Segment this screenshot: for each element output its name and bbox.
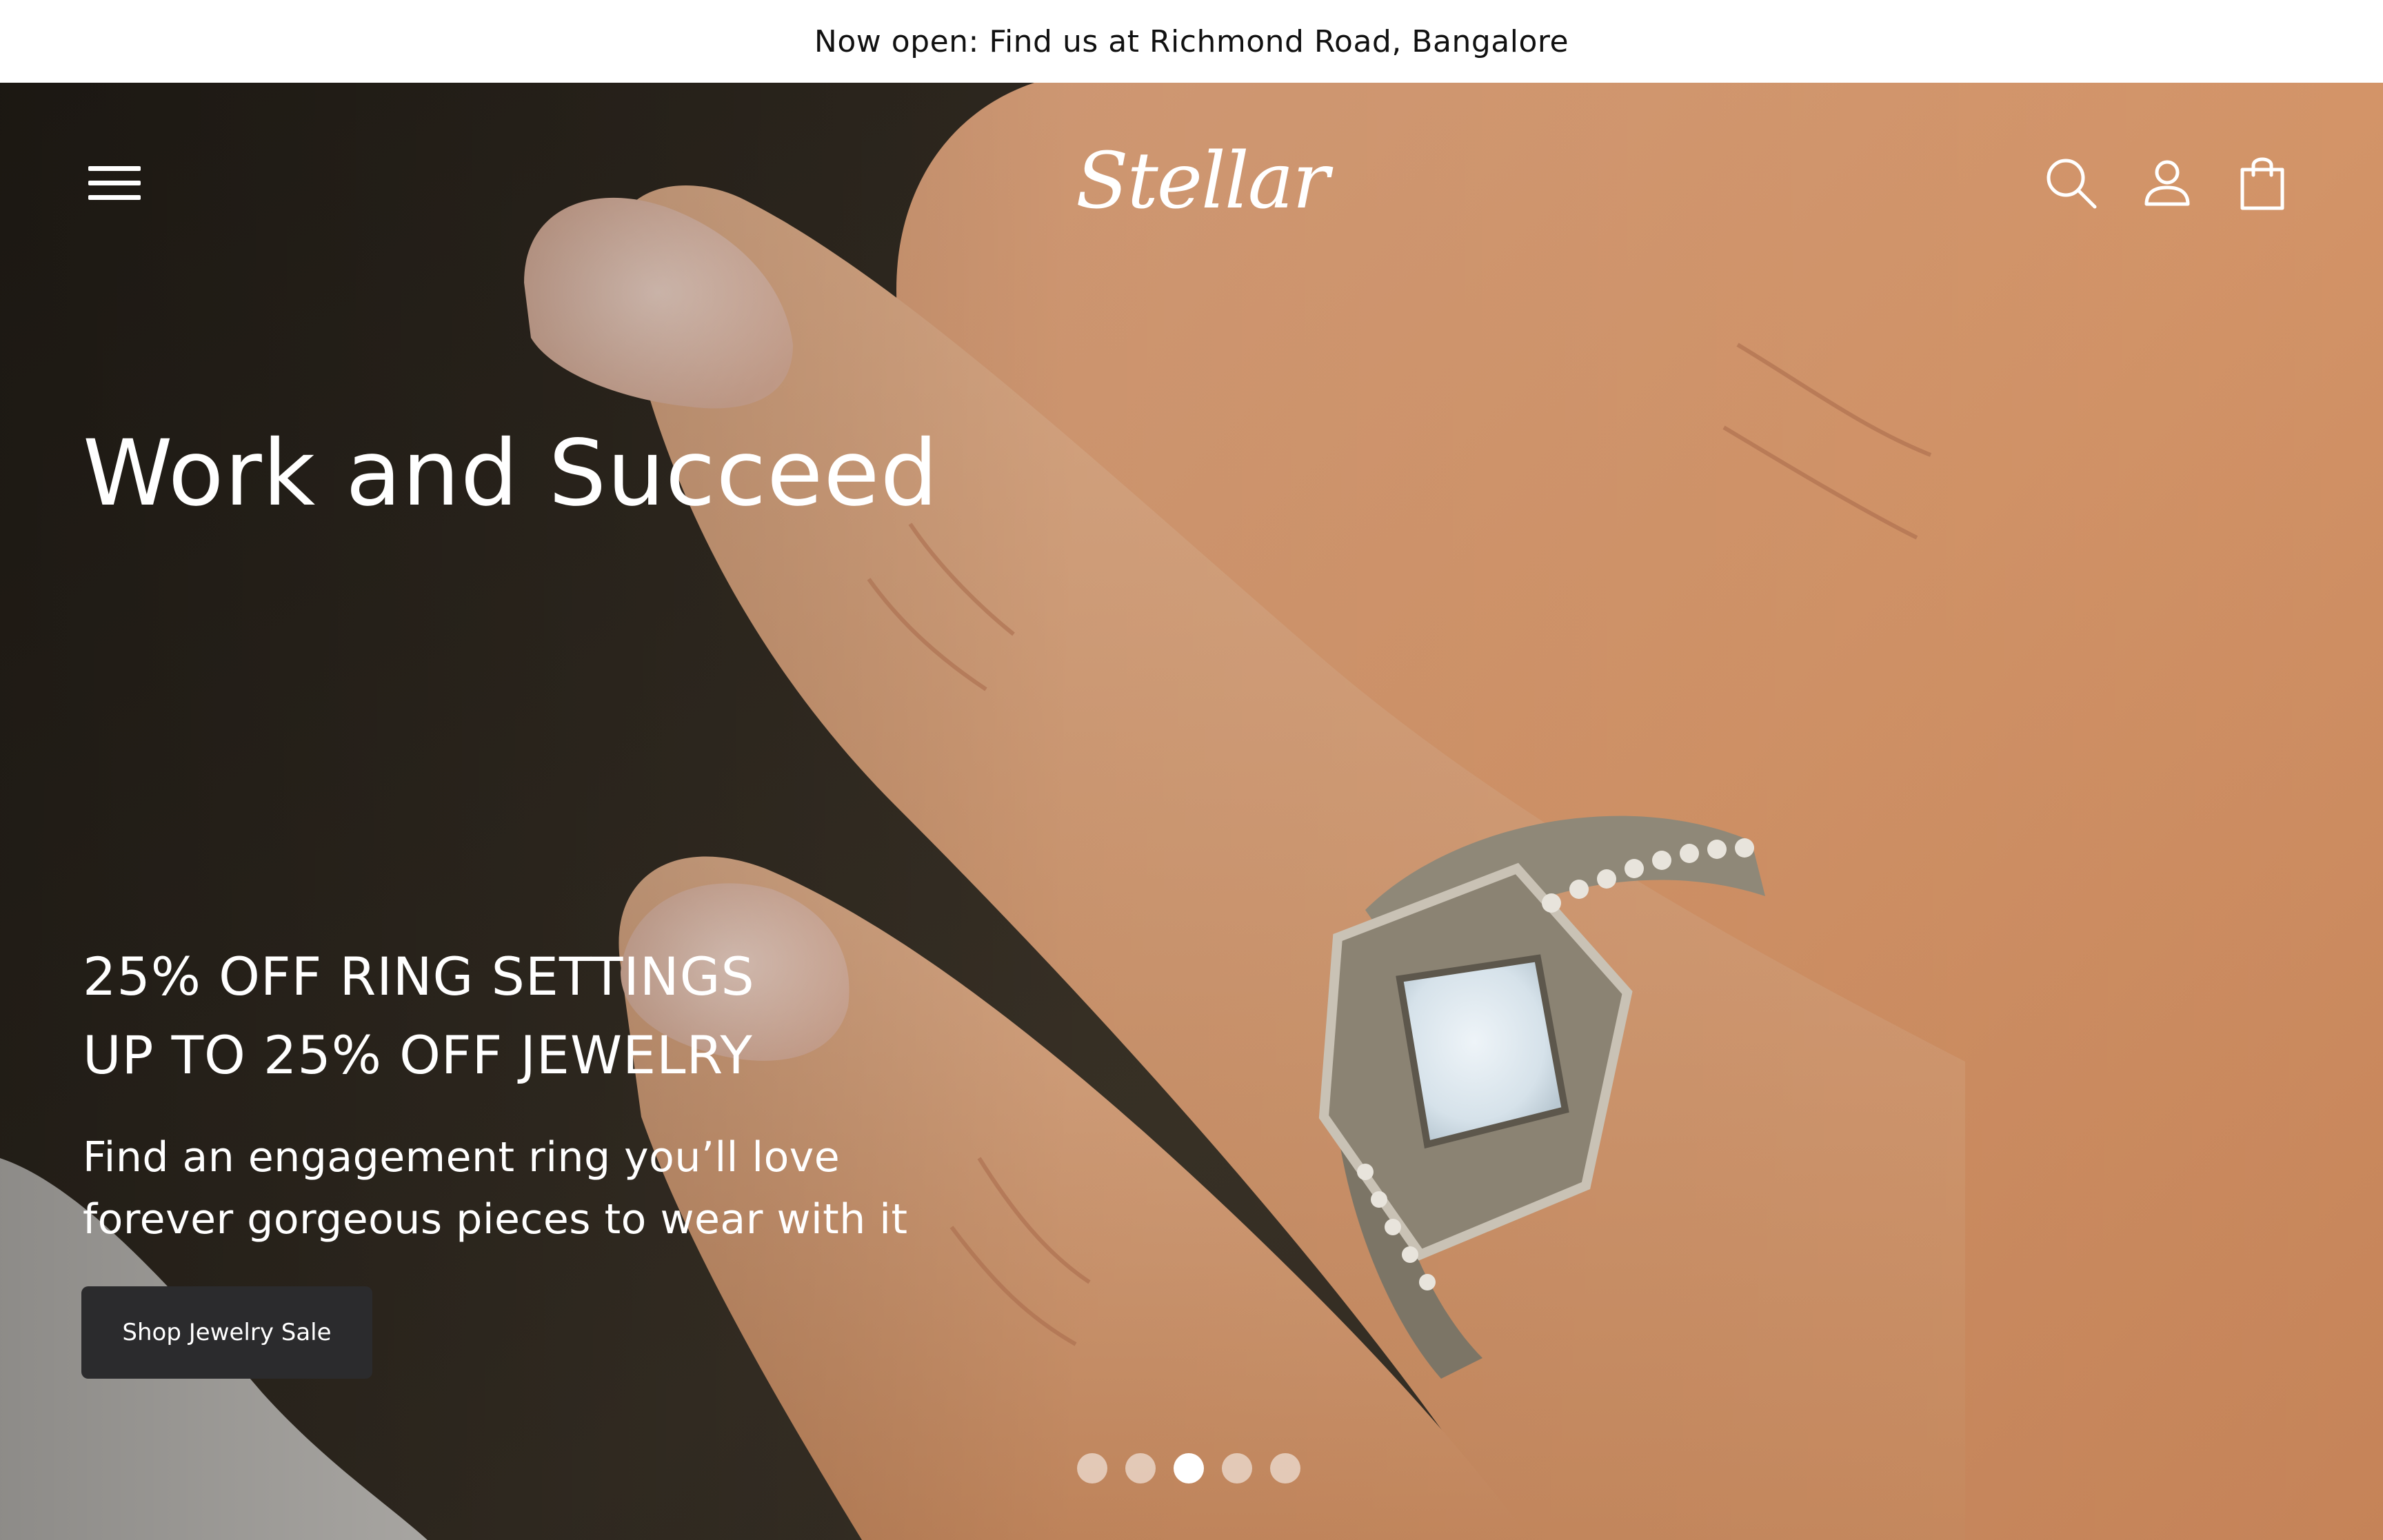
carousel-dot-1[interactable] [1077, 1453, 1107, 1483]
carousel-pagination [1077, 1453, 1300, 1483]
offer-line-2: UP TO 25% OFF JEWELRY [83, 1024, 753, 1086]
page: Now open: Find us at Richmond Road, Bang… [0, 0, 2383, 1540]
brand-logo[interactable]: Stellar [1076, 136, 1329, 226]
offer-line-1: 25% OFF RING SETTINGS [83, 946, 755, 1007]
site-header: Stellar [0, 83, 2383, 283]
shop-jewelry-sale-button[interactable]: Shop Jewelry Sale [81, 1286, 372, 1379]
carousel-dot-2[interactable] [1125, 1453, 1156, 1483]
carousel-dot-5[interactable] [1270, 1453, 1300, 1483]
hero-title: Work and Succeed [83, 421, 939, 527]
carousel-dot-4[interactable] [1222, 1453, 1252, 1483]
cart-icon[interactable] [2231, 152, 2293, 214]
search-icon[interactable] [2040, 152, 2102, 214]
menu-icon[interactable] [88, 155, 148, 210]
menu-line [88, 180, 141, 185]
announcement-text: Now open: Find us at Richmond Road, Bang… [814, 23, 1569, 59]
hero-subtitle-line-1: Find an engagement ring you’ll love [83, 1133, 841, 1182]
announcement-bar: Now open: Find us at Richmond Road, Bang… [0, 0, 2383, 83]
carousel-dot-3-active[interactable] [1174, 1453, 1204, 1483]
menu-line [88, 194, 141, 200]
account-icon[interactable] [2136, 152, 2198, 214]
menu-line [88, 165, 141, 171]
hero-subtitle-line-2: forever gorgeous pieces to wear with it [83, 1195, 908, 1244]
